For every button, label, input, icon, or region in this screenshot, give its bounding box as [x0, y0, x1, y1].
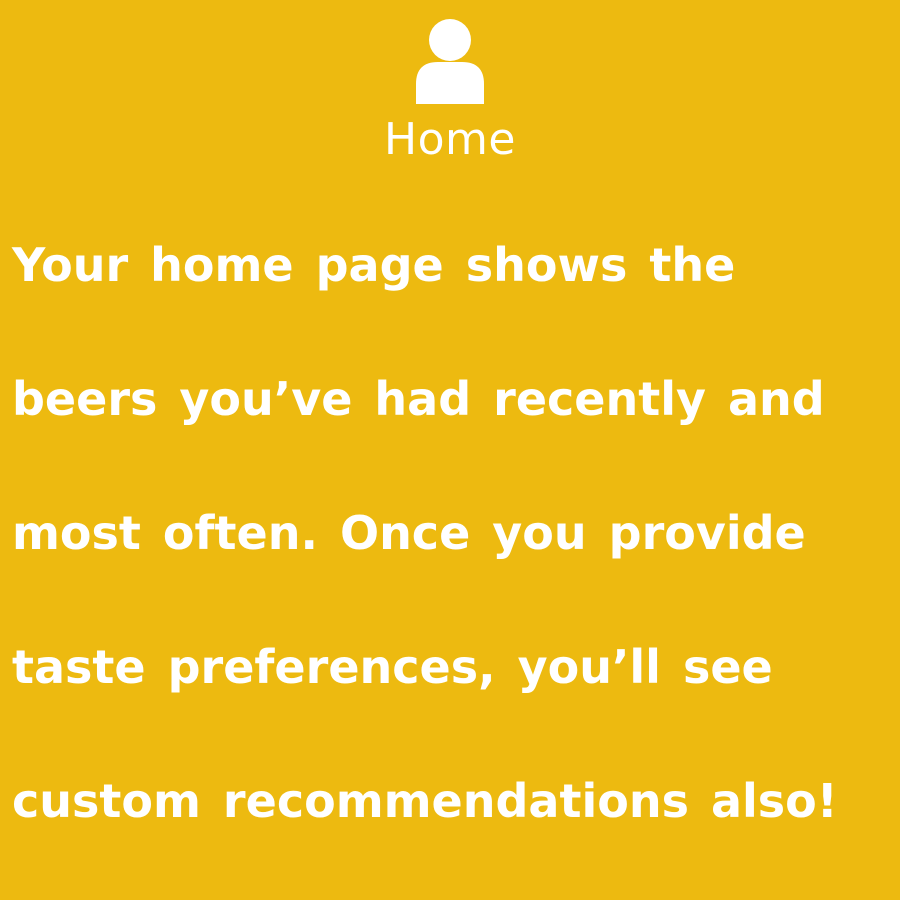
page-title: Home	[384, 114, 516, 165]
description-line: custom recommendations also!	[12, 774, 838, 828]
description-line: Your home page shows the	[12, 238, 736, 292]
home-description: Your home page shows the beers you’ve ha…	[12, 198, 892, 868]
user-icon	[416, 19, 484, 104]
description-line: taste preferences, you’ll see	[12, 640, 773, 694]
description-line: beers you’ve had recently and	[12, 372, 825, 426]
home-header: Home	[0, 18, 900, 166]
description-line: most often. Once you provide	[12, 506, 806, 560]
